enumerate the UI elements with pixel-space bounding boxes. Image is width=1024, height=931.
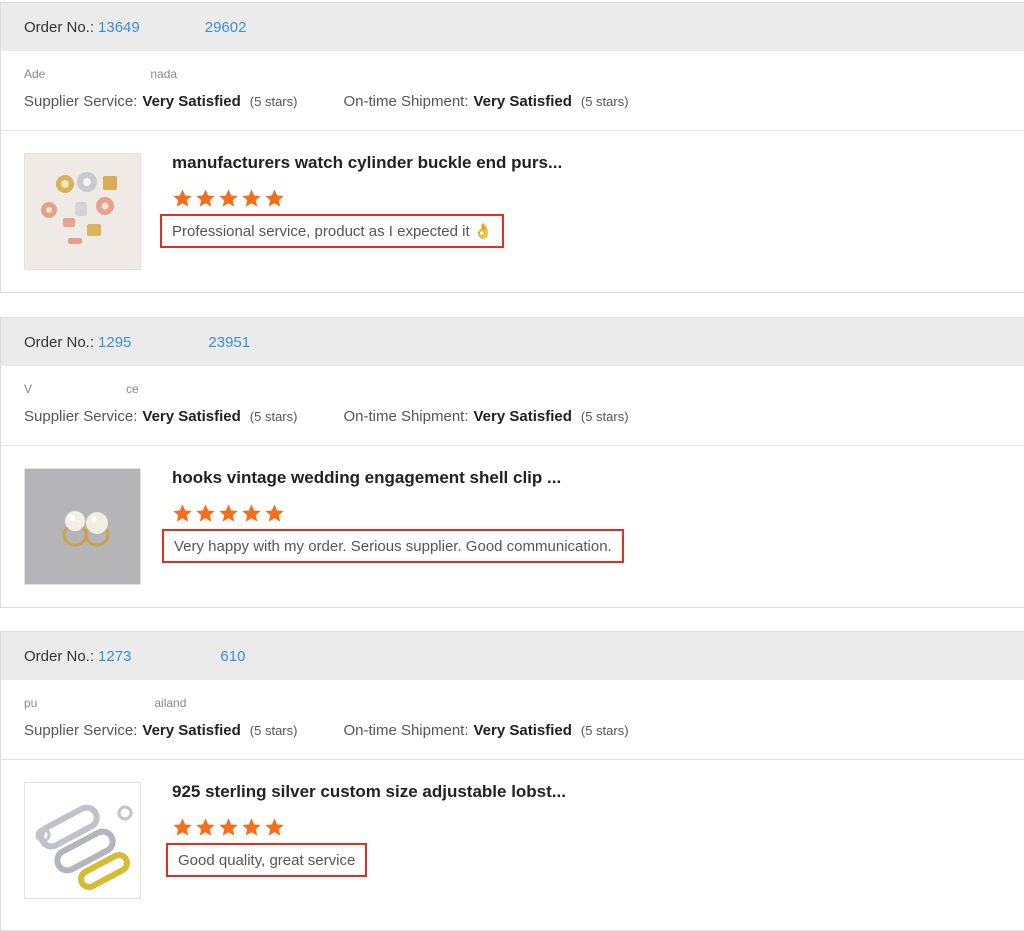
supplier-service-value: Very Satisfied [142, 93, 241, 110]
star-icon [219, 189, 238, 207]
order-label: Order No.: [24, 18, 95, 36]
supplier-service-stars: (5 stars) [249, 94, 298, 109]
order-header: Order No.: 13649 29602 [1, 3, 1024, 51]
order-label: Order No.: [24, 333, 95, 351]
product-thumbnail[interactable] [24, 153, 141, 270]
order-header: Order No.: 1295 23951 [1, 318, 1024, 366]
supplier-service-label: Supplier Service: [24, 722, 138, 739]
product-title[interactable]: manufacturers watch cylinder buckle end … [172, 153, 562, 173]
order-number-link[interactable]: 1295 23951 [98, 334, 250, 351]
product-title[interactable]: hooks vintage wedding engagement shell c… [172, 468, 561, 488]
product-review: 925 sterling silver custom size adjustab… [1, 760, 1024, 922]
shipment-stars: (5 stars) [580, 723, 629, 738]
pearl-earrings-thumbnail [25, 469, 140, 584]
supplier-service-stars: (5 stars) [249, 409, 298, 424]
lobster-clasps-thumbnail [25, 783, 140, 898]
supplier-service-label: Supplier Service: [24, 408, 138, 425]
jewelry-clasps-thumbnail [25, 154, 140, 269]
star-icon [242, 189, 261, 207]
product-review: manufacturers watch cylinder buckle end … [1, 131, 1024, 293]
star-icon [196, 189, 215, 207]
product-thumbnail[interactable] [24, 468, 141, 585]
buyer-info: pu ailand Supplier Service: Very Satisfie… [1, 680, 1024, 760]
review-comment-highlight: Good quality, great service [166, 843, 368, 877]
buyer-info: Ade nada Supplier Service: Very Satisfied… [1, 51, 1024, 131]
star-icon [196, 818, 215, 836]
buyer-name: Vce [24, 382, 139, 396]
seller-ratings: Supplier Service: Very Satisfied (5 star… [24, 408, 629, 425]
shipment-label: On-time Shipment: [343, 722, 469, 739]
shipment-value: Very Satisfied [473, 408, 572, 425]
supplier-service-value: Very Satisfied [142, 722, 241, 739]
rating-stars [172, 188, 287, 209]
rating-stars [172, 817, 287, 838]
star-icon [265, 818, 284, 836]
seller-ratings: Supplier Service: Very Satisfied (5 star… [24, 722, 629, 739]
supplier-service-value: Very Satisfied [142, 408, 241, 425]
shipment-label: On-time Shipment: [343, 93, 469, 110]
star-icon [219, 504, 238, 522]
order-number-link[interactable]: 1273 610 [98, 648, 245, 665]
review-comment: Very happy with my order. Serious suppli… [174, 537, 612, 555]
buyer-name: pu ailand [24, 696, 187, 710]
star-icon [219, 818, 238, 836]
order-number-link[interactable]: 13649 29602 [98, 19, 246, 36]
rating-stars [172, 503, 287, 524]
star-icon [196, 504, 215, 522]
star-icon [173, 189, 192, 207]
shipment-stars: (5 stars) [580, 409, 629, 424]
star-icon [173, 504, 192, 522]
buyer-info: Vce Supplier Service: Very Satisfied (5 … [1, 366, 1024, 446]
order-header: Order No.: 1273 610 [1, 632, 1024, 680]
shipment-stars: (5 stars) [580, 94, 629, 109]
star-icon [242, 818, 261, 836]
supplier-service-label: Supplier Service: [24, 93, 138, 110]
order-card: Order No.: 13649 29602 Ade nada Supplier S… [0, 2, 1024, 293]
review-comment-highlight: Very happy with my order. Serious suppli… [162, 529, 624, 563]
ok-hand-icon: 👌 [473, 223, 493, 240]
review-comment: Professional service, product as I expec… [172, 222, 470, 240]
shipment-value: Very Satisfied [473, 93, 572, 110]
star-icon [265, 504, 284, 522]
star-icon [265, 189, 284, 207]
buyer-name: Ade nada [24, 67, 178, 81]
review-comment-highlight: Professional service, product as I expec… [160, 214, 505, 248]
star-icon [242, 504, 261, 522]
shipment-label: On-time Shipment: [343, 408, 469, 425]
review-comment: Good quality, great service [178, 851, 356, 869]
supplier-service-stars: (5 stars) [249, 723, 298, 738]
order-card: Order No.: 1295 23951 Vce Supplier Servic… [0, 317, 1024, 608]
order-label: Order No.: [24, 647, 95, 665]
shipment-value: Very Satisfied [473, 722, 572, 739]
seller-ratings: Supplier Service: Very Satisfied (5 star… [24, 93, 629, 110]
product-title[interactable]: 925 sterling silver custom size adjustab… [172, 782, 566, 802]
star-icon [173, 818, 192, 836]
order-card: Order No.: 1273 610 pu ailand Supplier Ser… [0, 631, 1024, 931]
product-review: hooks vintage wedding engagement shell c… [1, 446, 1024, 608]
product-thumbnail[interactable] [24, 782, 141, 899]
